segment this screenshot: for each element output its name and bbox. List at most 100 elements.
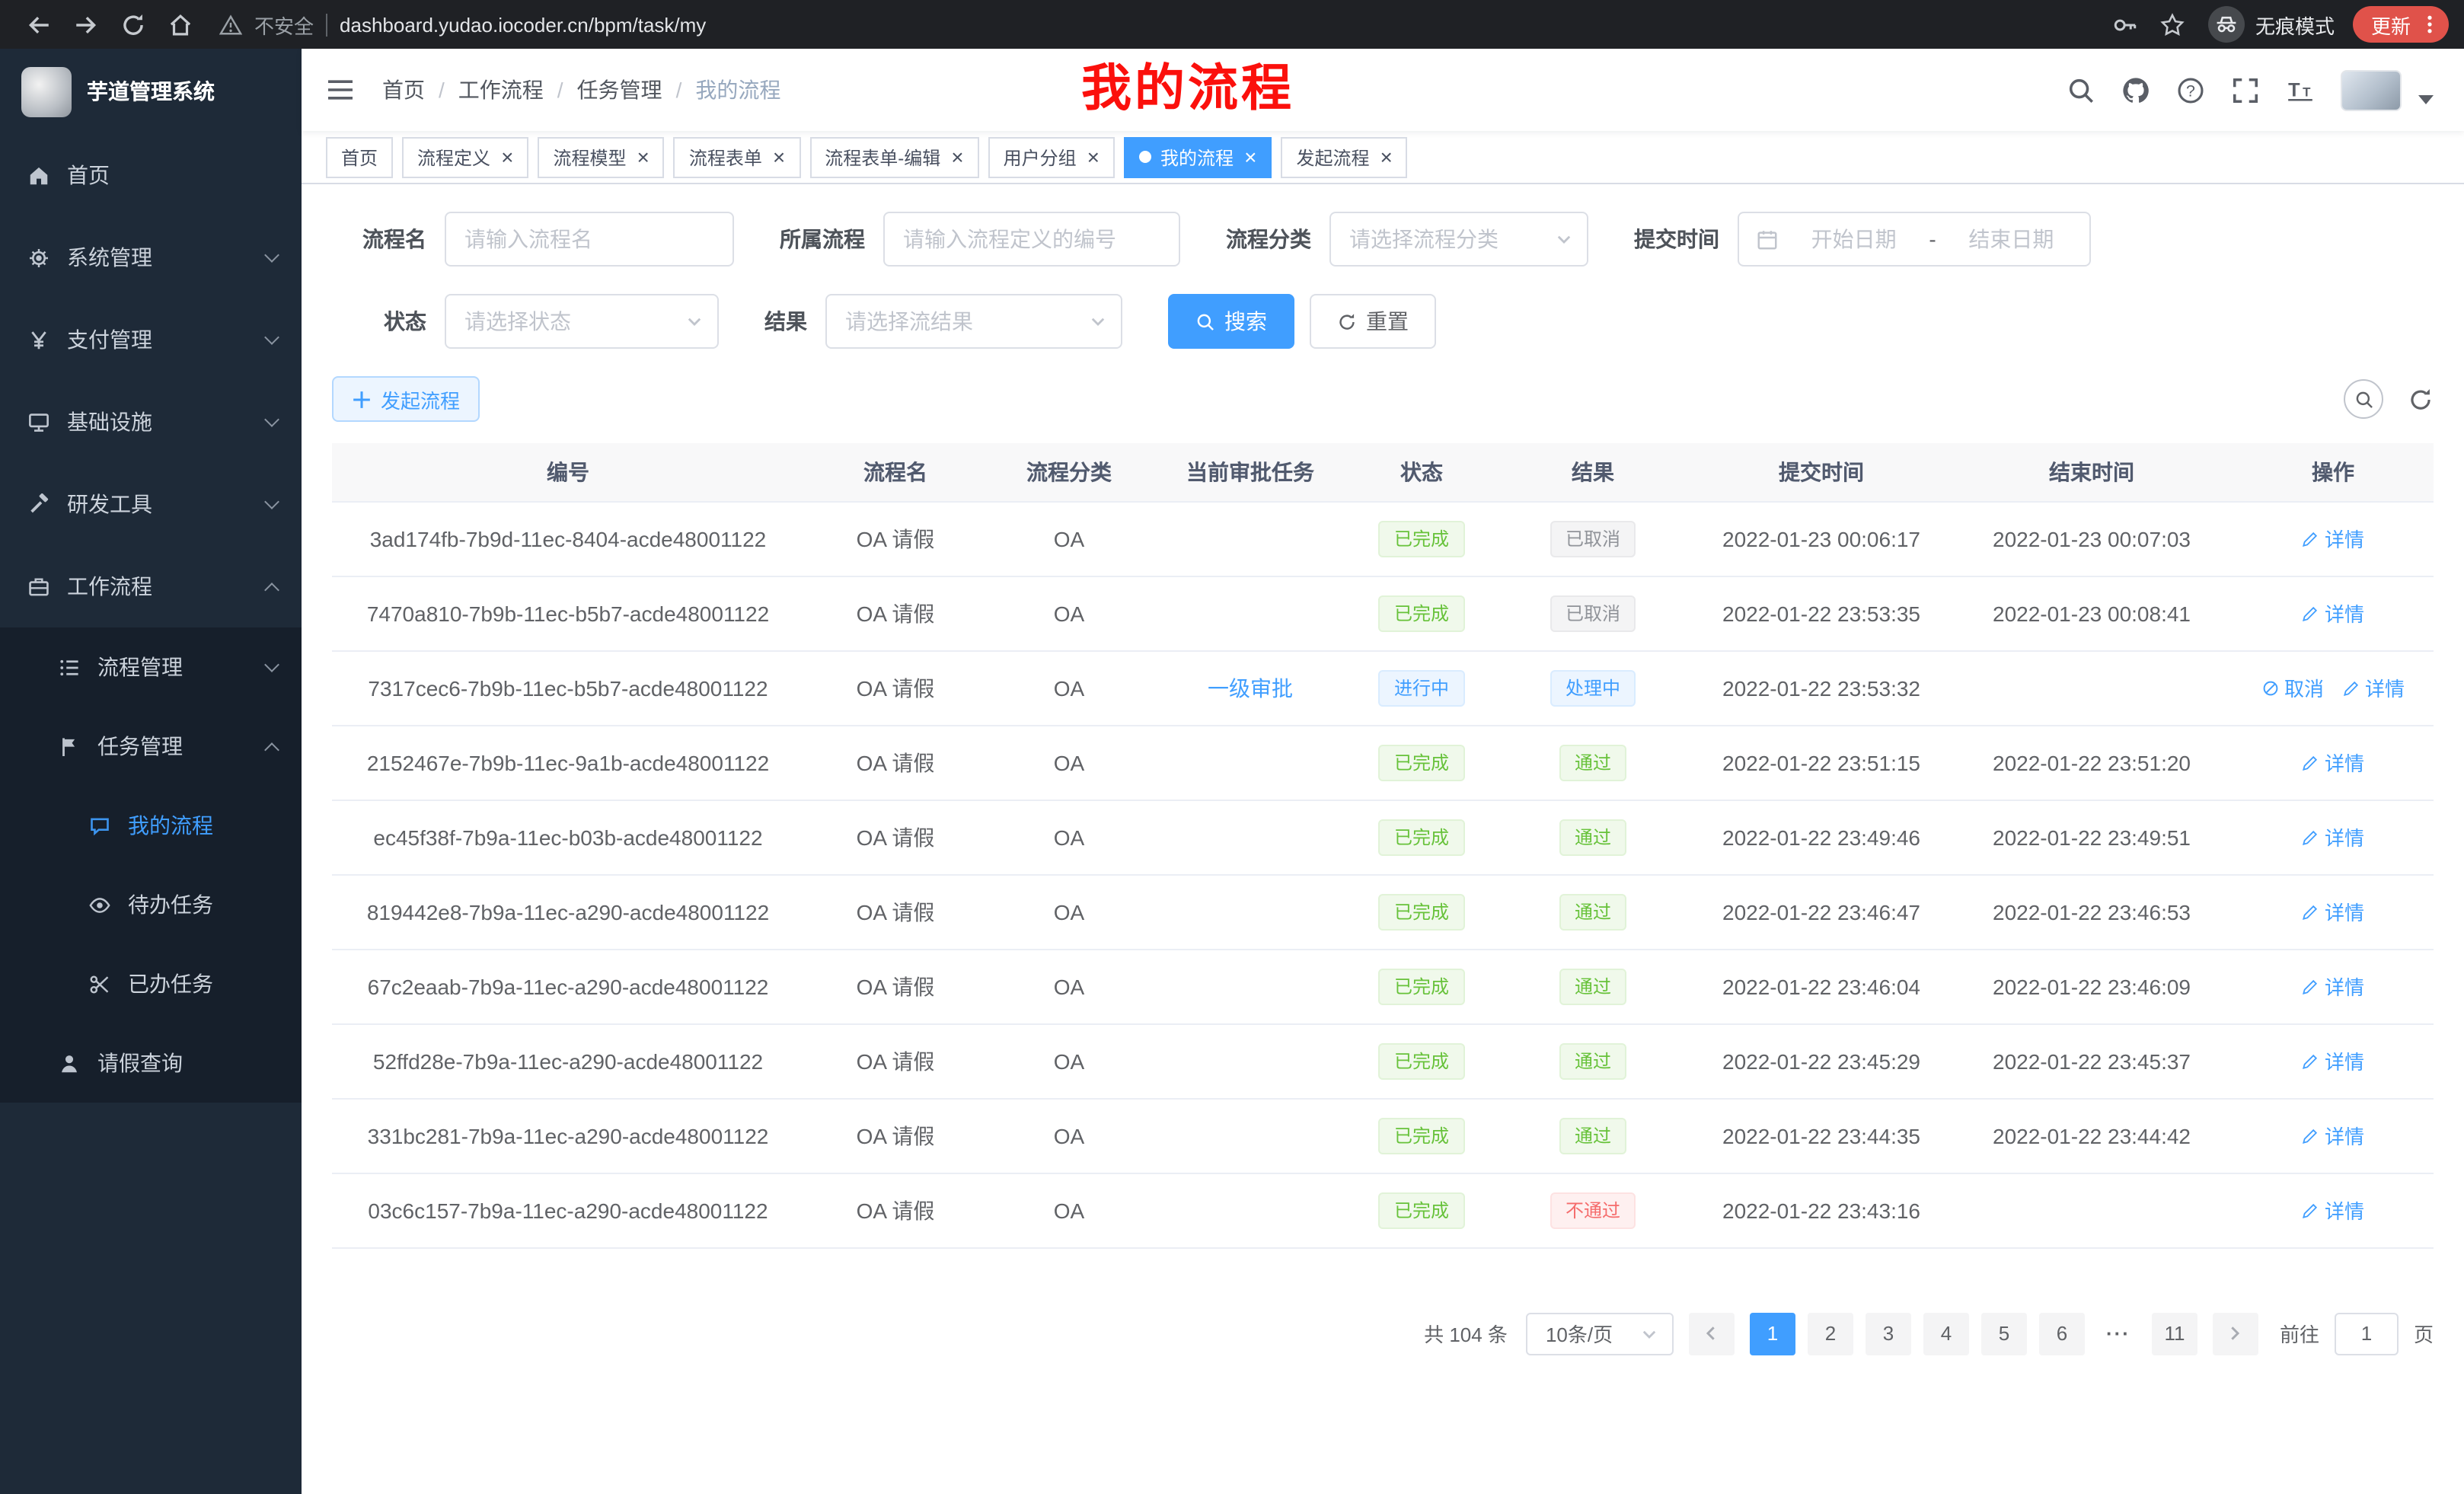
fullscreen-icon[interactable]	[2231, 75, 2260, 104]
start-date-placeholder[interactable]: 开始日期	[1792, 224, 1915, 254]
detail-link[interactable]: 详情	[2302, 897, 2364, 926]
address-bar[interactable]: 不安全 dashboard.yudao.iocoder.cn/bpm/task/…	[219, 10, 2086, 39]
task-link[interactable]: 一级审批	[1208, 675, 1293, 700]
close-icon[interactable]: ×	[773, 146, 785, 168]
help-icon[interactable]: ?	[2176, 75, 2205, 104]
toggle-search-button[interactable]	[2344, 379, 2383, 419]
sidebar-item-my-process[interactable]: 我的流程	[0, 786, 302, 865]
browser-menu-icon[interactable]	[2421, 14, 2438, 35]
star-icon[interactable]	[2159, 11, 2185, 37]
key-icon[interactable]	[2112, 11, 2138, 37]
detail-link[interactable]: 详情	[2302, 524, 2364, 553]
tab-label: 流程表单-编辑	[825, 144, 940, 170]
update-button[interactable]: 更新	[2353, 6, 2449, 43]
incognito-badge[interactable]: 无痕模式	[2208, 6, 2335, 43]
sidebar-item-home[interactable]: 首页	[0, 134, 302, 216]
prev-page-button[interactable]	[1689, 1312, 1735, 1355]
cancel-link[interactable]: 取消	[2261, 673, 2324, 702]
cell-status: 已完成	[1349, 1023, 1494, 1098]
svg-text:T: T	[2288, 78, 2300, 100]
edit-icon	[2302, 828, 2320, 846]
sidebar-item-label: 我的流程	[128, 810, 277, 841]
refresh-button[interactable]	[2408, 386, 2434, 412]
page-button-5[interactable]: 5	[1981, 1312, 2027, 1355]
tab-start-process[interactable]: 发起流程×	[1281, 136, 1407, 177]
sidebar-item-todo-tasks[interactable]: 待办任务	[0, 865, 302, 944]
detail-link[interactable]: 详情	[2302, 1196, 2364, 1224]
tab-my-process[interactable]: 我的流程×	[1124, 136, 1272, 177]
status-select[interactable]: 请选择状态	[445, 294, 719, 349]
sidebar-item-workflow[interactable]: 工作流程	[0, 545, 302, 627]
cell-submit-time: 2022-01-22 23:46:04	[1692, 949, 1951, 1023]
sidebar-item-process-management[interactable]: 流程管理	[0, 627, 302, 707]
github-icon[interactable]	[2121, 75, 2150, 104]
page-button-2[interactable]: 2	[1808, 1312, 1853, 1355]
logo[interactable]: 芋道管理系统	[0, 49, 302, 134]
tab-home[interactable]: 首页	[326, 136, 393, 177]
close-icon[interactable]: ×	[951, 146, 963, 168]
navbar: 首页/工作流程/任务管理/我的流程 ? TT	[302, 49, 2464, 131]
status-badge: 已完成	[1379, 819, 1464, 855]
cell-actions: 详情	[2233, 800, 2434, 874]
category-select[interactable]: 请选择流程分类	[1329, 212, 1588, 267]
tab-process-definition[interactable]: 流程定义×	[402, 136, 528, 177]
sidebar-item-payment[interactable]: 支付管理	[0, 298, 302, 381]
url-text[interactable]: dashboard.yudao.iocoder.cn/bpm/task/my	[340, 13, 706, 36]
goto-page-input[interactable]	[2335, 1312, 2399, 1355]
close-icon[interactable]: ×	[501, 146, 513, 168]
tab-process-form-edit[interactable]: 流程表单-编辑 ×	[809, 136, 978, 177]
tab-user-group[interactable]: 用户分组×	[988, 136, 1115, 177]
page-button-4[interactable]: 4	[1923, 1312, 1969, 1355]
breadcrumb-item[interactable]: 首页	[382, 75, 425, 105]
column-header: 流程名	[804, 443, 987, 501]
page-button-3[interactable]: 3	[1866, 1312, 1911, 1355]
back-icon[interactable]	[26, 11, 52, 37]
start-process-button[interactable]: 发起流程	[332, 376, 480, 422]
avatar[interactable]	[2341, 69, 2402, 110]
more-pages-icon[interactable]: ···	[2097, 1322, 2140, 1345]
date-range-picker[interactable]: 开始日期 - 结束日期	[1738, 212, 2091, 267]
page-size-value: 10条/页	[1546, 1319, 1613, 1348]
sidebar-item-leave-query[interactable]: 请假查询	[0, 1023, 302, 1103]
page-button-1[interactable]: 1	[1750, 1312, 1795, 1355]
page-button-11[interactable]: 11	[2152, 1312, 2197, 1355]
sidebar-item-system[interactable]: 系统管理	[0, 216, 302, 298]
process-definition-input[interactable]	[883, 212, 1180, 267]
close-icon[interactable]: ×	[637, 146, 649, 168]
font-size-icon[interactable]: TT	[2286, 75, 2315, 104]
detail-link[interactable]: 详情	[2302, 748, 2364, 777]
page-size-select[interactable]: 10条/页	[1526, 1312, 1674, 1355]
detail-link[interactable]: 详情	[2302, 1121, 2364, 1150]
sidebar-item-label: 待办任务	[128, 889, 277, 920]
detail-link[interactable]: 详情	[2342, 673, 2405, 702]
next-page-button[interactable]	[2213, 1312, 2258, 1355]
sidebar-item-infra[interactable]: 基础设施	[0, 381, 302, 463]
close-icon[interactable]: ×	[1087, 146, 1100, 168]
detail-link[interactable]: 详情	[2302, 822, 2364, 851]
detail-link[interactable]: 详情	[2302, 1046, 2364, 1075]
end-date-placeholder[interactable]: 结束日期	[1950, 224, 2073, 254]
sidebar-item-done-tasks[interactable]: 已办任务	[0, 944, 302, 1023]
search-button[interactable]: 搜索	[1168, 294, 1294, 349]
detail-link[interactable]: 详情	[2302, 599, 2364, 627]
forward-icon[interactable]	[73, 11, 99, 37]
reset-button[interactable]: 重置	[1310, 294, 1436, 349]
tab-process-form[interactable]: 流程表单×	[674, 136, 800, 177]
sidebar-item-task-management[interactable]: 任务管理	[0, 707, 302, 786]
breadcrumb-item[interactable]: 任务管理	[577, 75, 662, 105]
process-name-input[interactable]	[445, 212, 734, 267]
tab-process-model[interactable]: 流程模型×	[538, 136, 664, 177]
hamburger-icon[interactable]	[326, 78, 355, 102]
close-icon[interactable]: ×	[1380, 146, 1392, 168]
reload-icon[interactable]	[120, 11, 146, 37]
breadcrumb-item[interactable]: 工作流程	[458, 75, 544, 105]
detail-link[interactable]: 详情	[2302, 972, 2364, 1001]
security-label[interactable]: 不安全	[254, 10, 314, 39]
search-icon[interactable]	[2067, 75, 2095, 104]
sidebar-item-devtools[interactable]: 研发工具	[0, 463, 302, 545]
result-select[interactable]: 请选择流结果	[825, 294, 1122, 349]
caret-down-icon[interactable]	[2418, 94, 2434, 104]
close-icon[interactable]: ×	[1244, 146, 1256, 168]
browser-home-icon[interactable]	[168, 11, 193, 37]
page-button-6[interactable]: 6	[2039, 1312, 2085, 1355]
